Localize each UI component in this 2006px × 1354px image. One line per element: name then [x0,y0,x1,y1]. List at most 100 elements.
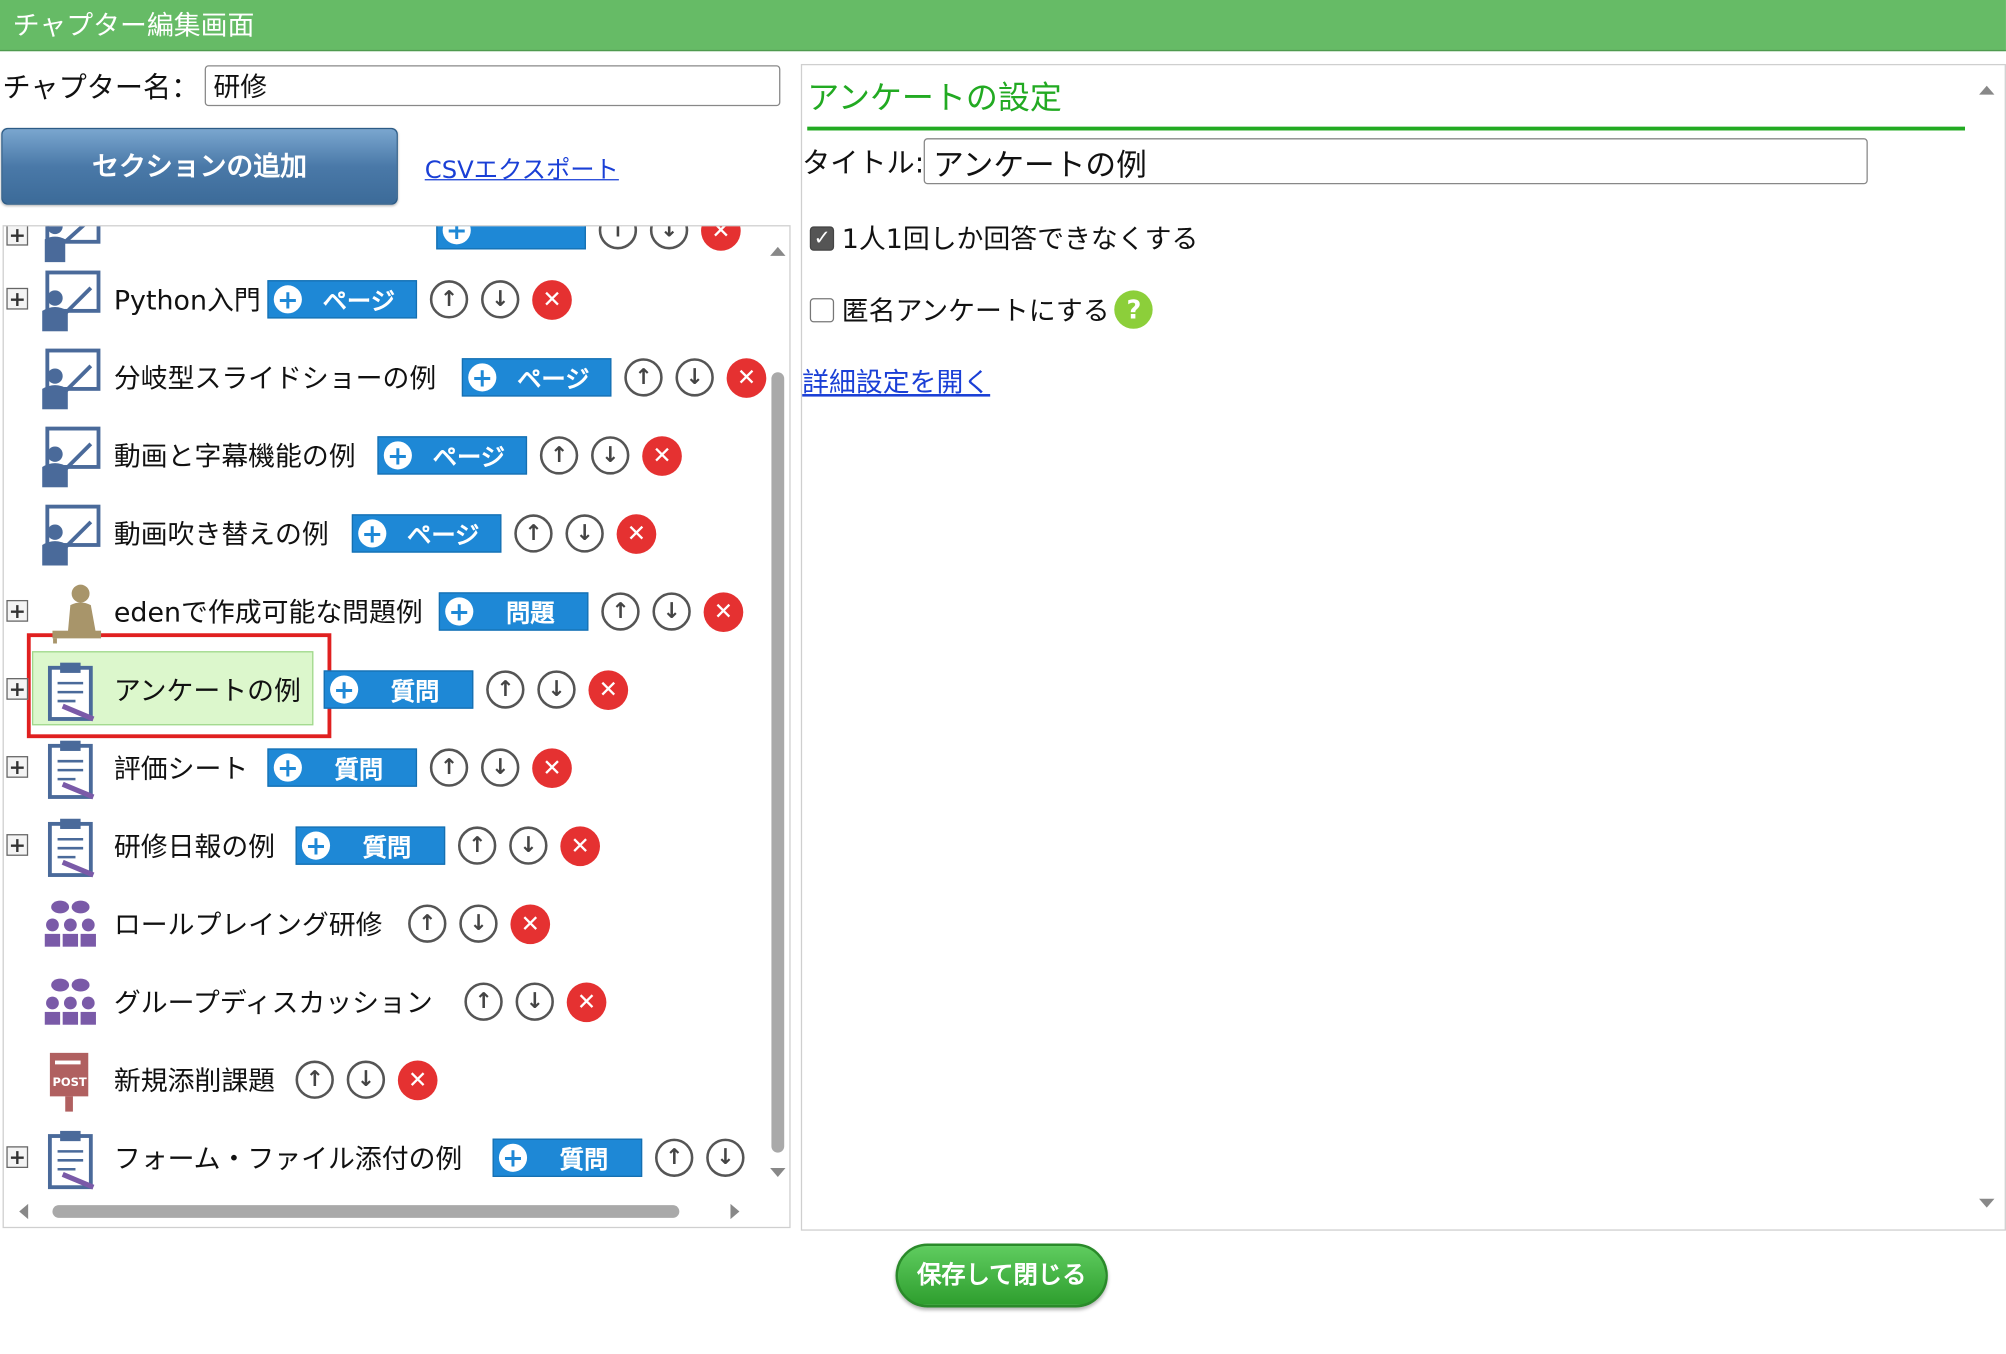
move-down-button[interactable]: ↓ [565,514,604,553]
move-down-button[interactable]: ↓ [481,748,520,787]
save-and-close-button[interactable]: 保存して閉じる [895,1243,1108,1308]
move-up-button[interactable]: ↑ [457,826,497,865]
move-up-button[interactable]: ↑ [598,226,638,250]
scroll-up-icon[interactable] [1979,85,1995,95]
move-down-button[interactable]: ↓ [346,1060,386,1099]
move-up-button[interactable]: ↑ [624,358,663,397]
chapter-name-label: チャプター名： [2,72,200,105]
scroll-up-icon[interactable] [770,246,786,256]
move-down-button[interactable]: ↓ [652,592,691,631]
section-tree-panel: + + ↑ ↓ ✕ + Python入門 + ページ ↑ ↓ ✕ 分岐型スライド… [2,225,791,1229]
scroll-down-icon[interactable] [770,1168,786,1177]
delete-button[interactable]: ✕ [703,591,744,632]
move-up-button[interactable]: ↑ [464,982,503,1021]
tree-item-label[interactable]: アンケートの例 [114,670,301,708]
expand-icon[interactable]: + [6,834,29,856]
exam-icon [52,584,102,644]
anonymous-option[interactable]: 匿名アンケートにする ? [809,290,1154,329]
anonymous-label[interactable]: 匿名アンケートにする [842,290,1110,328]
scroll-right-icon[interactable] [730,1203,740,1220]
move-up-button[interactable]: ↑ [539,436,579,475]
chapter-name-row: チャプター名： [3,64,781,107]
delete-button[interactable]: ✕ [566,981,607,1022]
move-down-button[interactable]: ↓ [706,1138,745,1177]
add-page-button[interactable]: + ページ [377,436,528,475]
scroll-thumb[interactable] [52,1205,680,1218]
tree-item-label[interactable]: Python入門 [114,280,261,318]
move-down-button[interactable]: ↓ [537,670,576,709]
detail-settings-link[interactable]: 詳細設定を開く [802,362,990,400]
expand-icon[interactable]: + [6,1146,29,1169]
tree-item-label[interactable]: グループディスカッション [114,983,433,1021]
add-page-button[interactable]: + [436,226,586,250]
delete-button[interactable]: ✕ [510,903,551,944]
move-down-button[interactable]: ↓ [515,982,554,1021]
add-question-button[interactable]: + 質問 [323,670,474,709]
move-down-button[interactable]: ↓ [591,436,630,475]
delete-button[interactable]: ✕ [726,357,767,398]
title-row: タイトル: [802,137,1869,186]
csv-export-link[interactable]: CSVエクスポート [425,151,619,186]
move-up-button[interactable]: ↑ [514,514,553,553]
move-down-button[interactable]: ↓ [481,280,520,319]
move-down-button[interactable]: ↓ [649,226,689,250]
move-up-button[interactable]: ↑ [408,904,447,943]
title-input[interactable] [924,138,1869,185]
tree-vertical-scrollbar[interactable] [766,237,789,1181]
delete-button[interactable]: ✕ [701,226,741,251]
tree-item-label[interactable]: 研修日報の例 [114,826,275,864]
add-section-button[interactable]: セクションの追加 [1,127,398,205]
move-down-button[interactable]: ↓ [509,826,548,865]
move-up-button[interactable]: ↑ [486,670,525,709]
tree-item-label[interactable]: 新規添削課題 [114,1061,275,1099]
tree-item-label[interactable]: 動画吹き替えの例 [114,514,329,552]
move-up-button[interactable]: ↑ [295,1060,334,1099]
single-answer-label[interactable]: 1人1回しか回答できなくする [842,219,1199,257]
delete-button[interactable]: ✕ [588,669,629,710]
scroll-down-icon[interactable] [1979,1198,1995,1208]
add-page-button[interactable]: + ページ [351,514,502,553]
tree-item-label[interactable]: ロールプレイング研修 [114,904,383,942]
add-page-button[interactable]: + ページ [461,358,612,397]
delete-button[interactable]: ✕ [642,435,682,476]
move-up-button[interactable]: ↑ [655,1138,694,1177]
add-question-button[interactable]: + 問題 [438,592,589,631]
scroll-thumb[interactable] [771,372,785,1153]
expand-icon[interactable]: + [6,226,29,246]
expand-icon[interactable]: + [6,678,29,700]
move-down-button[interactable]: ↓ [675,358,714,397]
tree-item-label[interactable]: フォーム・ファイル添付の例 [114,1139,462,1177]
expand-icon[interactable]: + [6,599,29,622]
single-answer-checkbox[interactable] [809,225,835,251]
tree-item-label[interactable]: 分岐型スライドショーの例 [114,358,436,396]
delete-button[interactable]: ✕ [560,825,600,866]
tree-item-label[interactable]: 評価シート [114,748,248,786]
add-page-button[interactable]: + ページ [267,280,418,319]
chapter-name-input[interactable] [204,65,781,107]
move-up-button[interactable]: ↑ [601,592,640,631]
tree-horizontal-scrollbar[interactable] [14,1201,756,1221]
move-down-button[interactable]: ↓ [459,904,498,943]
add-question-button[interactable]: + 質問 [492,1138,643,1177]
tree-item-label[interactable]: 動画と字幕機能の例 [114,436,356,474]
add-question-button[interactable]: + 質問 [267,748,418,787]
lecture-icon [42,270,101,332]
scroll-left-icon[interactable] [19,1203,29,1220]
delete-button[interactable]: ✕ [532,279,572,320]
anonymous-checkbox[interactable] [809,297,835,322]
group-icon [44,978,96,1025]
add-question-button[interactable]: + 質問 [295,826,446,865]
survey-settings-panel: アンケートの設定 タイトル: 1人1回しか回答できなくする 匿名アンケートにする… [800,63,2006,1231]
lecture-icon [42,348,101,410]
help-icon[interactable]: ? [1114,290,1154,329]
lecture-icon [44,226,101,263]
expand-icon[interactable]: + [6,287,29,310]
tree-item-label[interactable]: edenで作成可能な問題例 [114,592,423,630]
expand-icon[interactable]: + [6,756,29,778]
delete-button[interactable]: ✕ [397,1059,438,1100]
move-up-button[interactable]: ↑ [429,748,469,787]
delete-button[interactable]: ✕ [532,747,572,788]
single-answer-option[interactable]: 1人1回しか回答できなくする [809,219,1199,257]
delete-button[interactable]: ✕ [616,513,657,554]
move-up-button[interactable]: ↑ [429,280,469,319]
